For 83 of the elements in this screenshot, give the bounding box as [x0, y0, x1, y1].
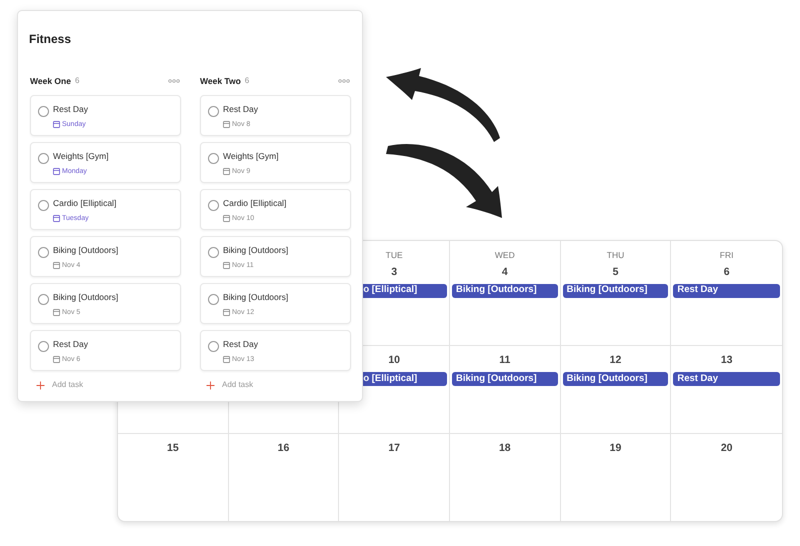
date-number: 16 [278, 441, 290, 456]
date-number: 19 [610, 441, 622, 456]
calendar-icon [223, 121, 230, 128]
task-checkbox[interactable] [208, 200, 219, 211]
calendar-icon [53, 215, 60, 222]
task-title: Weights [Gym] [53, 151, 109, 162]
calendar-icon [53, 121, 60, 128]
task-title: Cardio [Elliptical] [53, 198, 116, 209]
calendar-icon [223, 262, 230, 269]
calendar-cell[interactable]: 17 [339, 434, 450, 521]
weekday-label: TUE [386, 249, 403, 262]
task-count: 6 [74, 75, 80, 87]
calendar-cell[interactable]: 16 [228, 434, 340, 521]
more-icon[interactable] [338, 79, 350, 83]
task-count: 6 [244, 75, 250, 87]
calendar-event[interactable]: o [Elliptical] [361, 284, 447, 298]
task-title: Biking [Outdoors] [53, 292, 118, 303]
calendar-cell[interactable]: WED 4 Biking [Outdoors] [450, 241, 561, 346]
calendar-cell[interactable]: 11 Biking [Outdoors] [450, 346, 561, 434]
calendar-cell[interactable]: 20 [671, 434, 782, 521]
weekday-label: THU [606, 249, 624, 262]
date-number: 18 [498, 441, 511, 456]
calendar-icon [53, 309, 60, 316]
task-checkbox[interactable] [38, 247, 49, 258]
date-number: 20 [720, 441, 732, 456]
calendar-event[interactable]: Rest Day [673, 284, 780, 298]
calendar-cell[interactable]: 19 [560, 434, 672, 521]
task-title: Rest Day [223, 104, 258, 115]
calendar-icon [53, 168, 60, 175]
task-checkbox[interactable] [208, 106, 219, 117]
task-title: Biking [Outdoors] [223, 245, 288, 256]
calendar-cell[interactable]: FRI 6 Rest Day [671, 241, 782, 346]
plus-icon[interactable] [206, 380, 215, 390]
calendar-cell[interactable]: 13 Rest Day [671, 346, 782, 434]
calendar-cell[interactable]: 12 Biking [Outdoors] [560, 346, 672, 434]
date-number: 13 [720, 353, 732, 368]
section-title: Week Two [200, 74, 241, 88]
calendar-icon [53, 356, 60, 363]
task-checkbox[interactable] [38, 106, 49, 117]
calendar-event[interactable]: Biking [Outdoors] [452, 372, 558, 386]
task-checkbox[interactable] [38, 341, 49, 352]
task-checkbox[interactable] [38, 200, 49, 211]
calendar-cell[interactable]: THU 5 Biking [Outdoors] [560, 241, 672, 346]
date-number: 10 [388, 353, 400, 368]
date-number: 12 [610, 353, 622, 368]
task-checkbox[interactable] [38, 294, 49, 305]
task-title: Biking [Outdoors] [53, 245, 118, 256]
task-checkbox[interactable] [208, 341, 219, 352]
calendar-icon [223, 356, 230, 363]
task-title: Rest Day [223, 339, 258, 350]
task-title: Biking [Outdoors] [223, 292, 288, 303]
task-checkbox[interactable] [208, 247, 219, 258]
project-title: Fitness [29, 32, 72, 46]
task-checkbox[interactable] [208, 153, 219, 164]
task-checkbox[interactable] [208, 294, 219, 305]
task-title: Rest Day [53, 339, 88, 350]
calendar-icon [223, 309, 230, 316]
date-number: 4 [502, 264, 508, 280]
calendar-cell[interactable]: 18 [450, 434, 561, 521]
weekday-label: FRI [720, 249, 734, 262]
section-title: Week One [30, 74, 71, 88]
task-title: Weights [Gym] [223, 151, 279, 162]
task-title: Cardio [Elliptical] [223, 198, 286, 209]
task-checkbox[interactable] [38, 153, 49, 164]
calendar-event[interactable]: Biking [Outdoors] [562, 284, 668, 298]
date-number: 3 [391, 264, 398, 280]
plus-icon[interactable] [36, 380, 45, 390]
calendar-event[interactable]: Biking [Outdoors] [562, 372, 668, 386]
calendar-icon [223, 168, 230, 175]
task-title: Rest Day [53, 104, 88, 115]
calendar-icon [223, 215, 230, 222]
date-number: 17 [388, 441, 400, 456]
calendar-event[interactable]: o [Elliptical] [361, 372, 447, 386]
calendar-icon [53, 262, 60, 269]
date-number: 11 [499, 353, 510, 368]
more-icon[interactable] [168, 79, 180, 83]
calendar-event[interactable]: Biking [Outdoors] [452, 284, 558, 298]
date-number: 6 [724, 264, 730, 280]
date-number: 15 [166, 441, 179, 456]
calendar-event[interactable]: Rest Day [673, 372, 780, 386]
calendar-cell[interactable]: 15 [118, 434, 229, 521]
weekday-label: WED [494, 249, 515, 262]
date-number: 5 [612, 264, 618, 280]
